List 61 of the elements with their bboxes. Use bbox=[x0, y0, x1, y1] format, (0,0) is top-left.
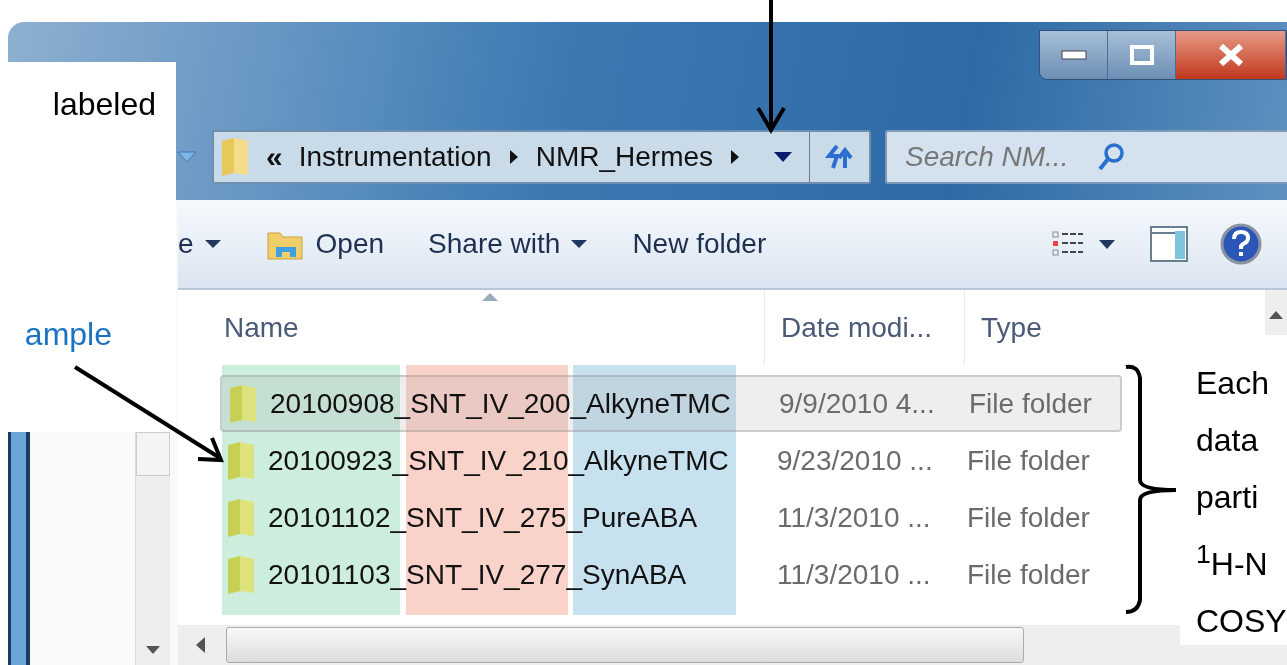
file-name: 20100923_SNT_IV_210_AlkyneTMC bbox=[268, 444, 729, 477]
folder-icon bbox=[228, 383, 258, 424]
file-row[interactable]: 20101102_SNT_IV_275_PureABA 11/3/2010 ... File folder bbox=[220, 489, 1122, 546]
type-cell-text: File folder bbox=[966, 444, 1091, 477]
file-name: 20101102_SNT_IV_275_PureABA bbox=[268, 501, 698, 534]
callout-text: parti bbox=[1196, 478, 1260, 517]
scrollbar[interactable] bbox=[135, 432, 170, 665]
breadcrumb[interactable]: Instrumentation bbox=[298, 141, 492, 173]
date-cell-text: 11/3/2010 ... bbox=[776, 501, 932, 534]
folder-icon bbox=[220, 137, 250, 177]
file-row[interactable]: 20100923_SNT_IV_210_AlkyneTMC 9/23/2010 ... File folder bbox=[220, 432, 1122, 489]
preview-pane-button[interactable] bbox=[1149, 225, 1189, 263]
date-cell-text: 11/3/2010 ... bbox=[776, 558, 932, 591]
sort-up-icon bbox=[481, 292, 499, 302]
date-cell-text: 9/9/2010 4... bbox=[778, 387, 936, 420]
address-bar[interactable]: « Instrumentation NMR_Hermes bbox=[212, 130, 872, 184]
toolbar-button[interactable]: e bbox=[178, 228, 236, 260]
callout-text: ample bbox=[24, 316, 112, 353]
callout-text: Each bbox=[1196, 364, 1270, 403]
search-icon bbox=[1097, 142, 1126, 172]
folder-icon bbox=[226, 497, 256, 538]
date-cell-text: 9/23/2010 ... bbox=[776, 444, 934, 477]
scroll-thumb[interactable] bbox=[226, 627, 1024, 663]
type-cell-text: File folder bbox=[968, 387, 1093, 420]
help-button[interactable] bbox=[1219, 222, 1263, 266]
file-name: 20100908_SNT_IV_200_AlkyneTMC bbox=[270, 387, 731, 420]
callout-text: $^{1}$H-N bbox=[1196, 538, 1269, 584]
callout-text: labeled bbox=[52, 86, 156, 123]
help-icon bbox=[1219, 222, 1263, 266]
column-header[interactable]: Type bbox=[965, 290, 1265, 365]
scroll-down-icon[interactable] bbox=[145, 645, 161, 655]
toolbar-button[interactable]: Share with bbox=[428, 228, 603, 260]
minimize-button[interactable] bbox=[1040, 31, 1108, 79]
breadcrumb[interactable]: NMR_Hermes bbox=[535, 141, 714, 173]
close-button[interactable] bbox=[1176, 31, 1286, 79]
maximize-button[interactable] bbox=[1108, 31, 1176, 79]
folder-icon bbox=[226, 440, 256, 481]
caret-icon bbox=[570, 239, 589, 249]
callout-text: COSY bbox=[1196, 601, 1287, 641]
caret-icon bbox=[203, 239, 222, 249]
file-row[interactable]: 20100908_SNT_IV_200_AlkyneTMC 9/9/2010 4... File folder bbox=[220, 375, 1122, 432]
folder-icon bbox=[226, 554, 256, 595]
scroll-left-icon[interactable] bbox=[194, 636, 206, 654]
close-icon bbox=[1216, 43, 1245, 67]
search-field[interactable]: Search NM... bbox=[885, 130, 1287, 184]
callout-text: data bbox=[1196, 421, 1260, 460]
refresh-button[interactable] bbox=[809, 132, 870, 182]
file-name: 20101103_SNT_IV_277_SynABA bbox=[268, 558, 687, 591]
minimize-icon bbox=[1060, 50, 1087, 60]
dropdown-icon[interactable] bbox=[773, 151, 794, 163]
scroll-up-icon[interactable] bbox=[1268, 310, 1284, 320]
scroll-thumb[interactable] bbox=[136, 432, 170, 476]
type-cell-text: File folder bbox=[966, 558, 1091, 591]
type-cell-text: File folder bbox=[966, 501, 1091, 534]
column-header[interactable]: Date modi... bbox=[765, 290, 965, 365]
toolbar-button[interactable]: Open bbox=[265, 227, 399, 261]
file-row[interactable]: 20101103_SNT_IV_277_SynABA 11/3/2010 ... File folder bbox=[220, 546, 1122, 603]
maximize-icon bbox=[1129, 45, 1154, 65]
toolbar-button[interactable]: New folder bbox=[632, 228, 781, 260]
overflow-chevron[interactable]: « bbox=[266, 140, 283, 174]
chevron-right-icon[interactable] bbox=[507, 148, 520, 166]
